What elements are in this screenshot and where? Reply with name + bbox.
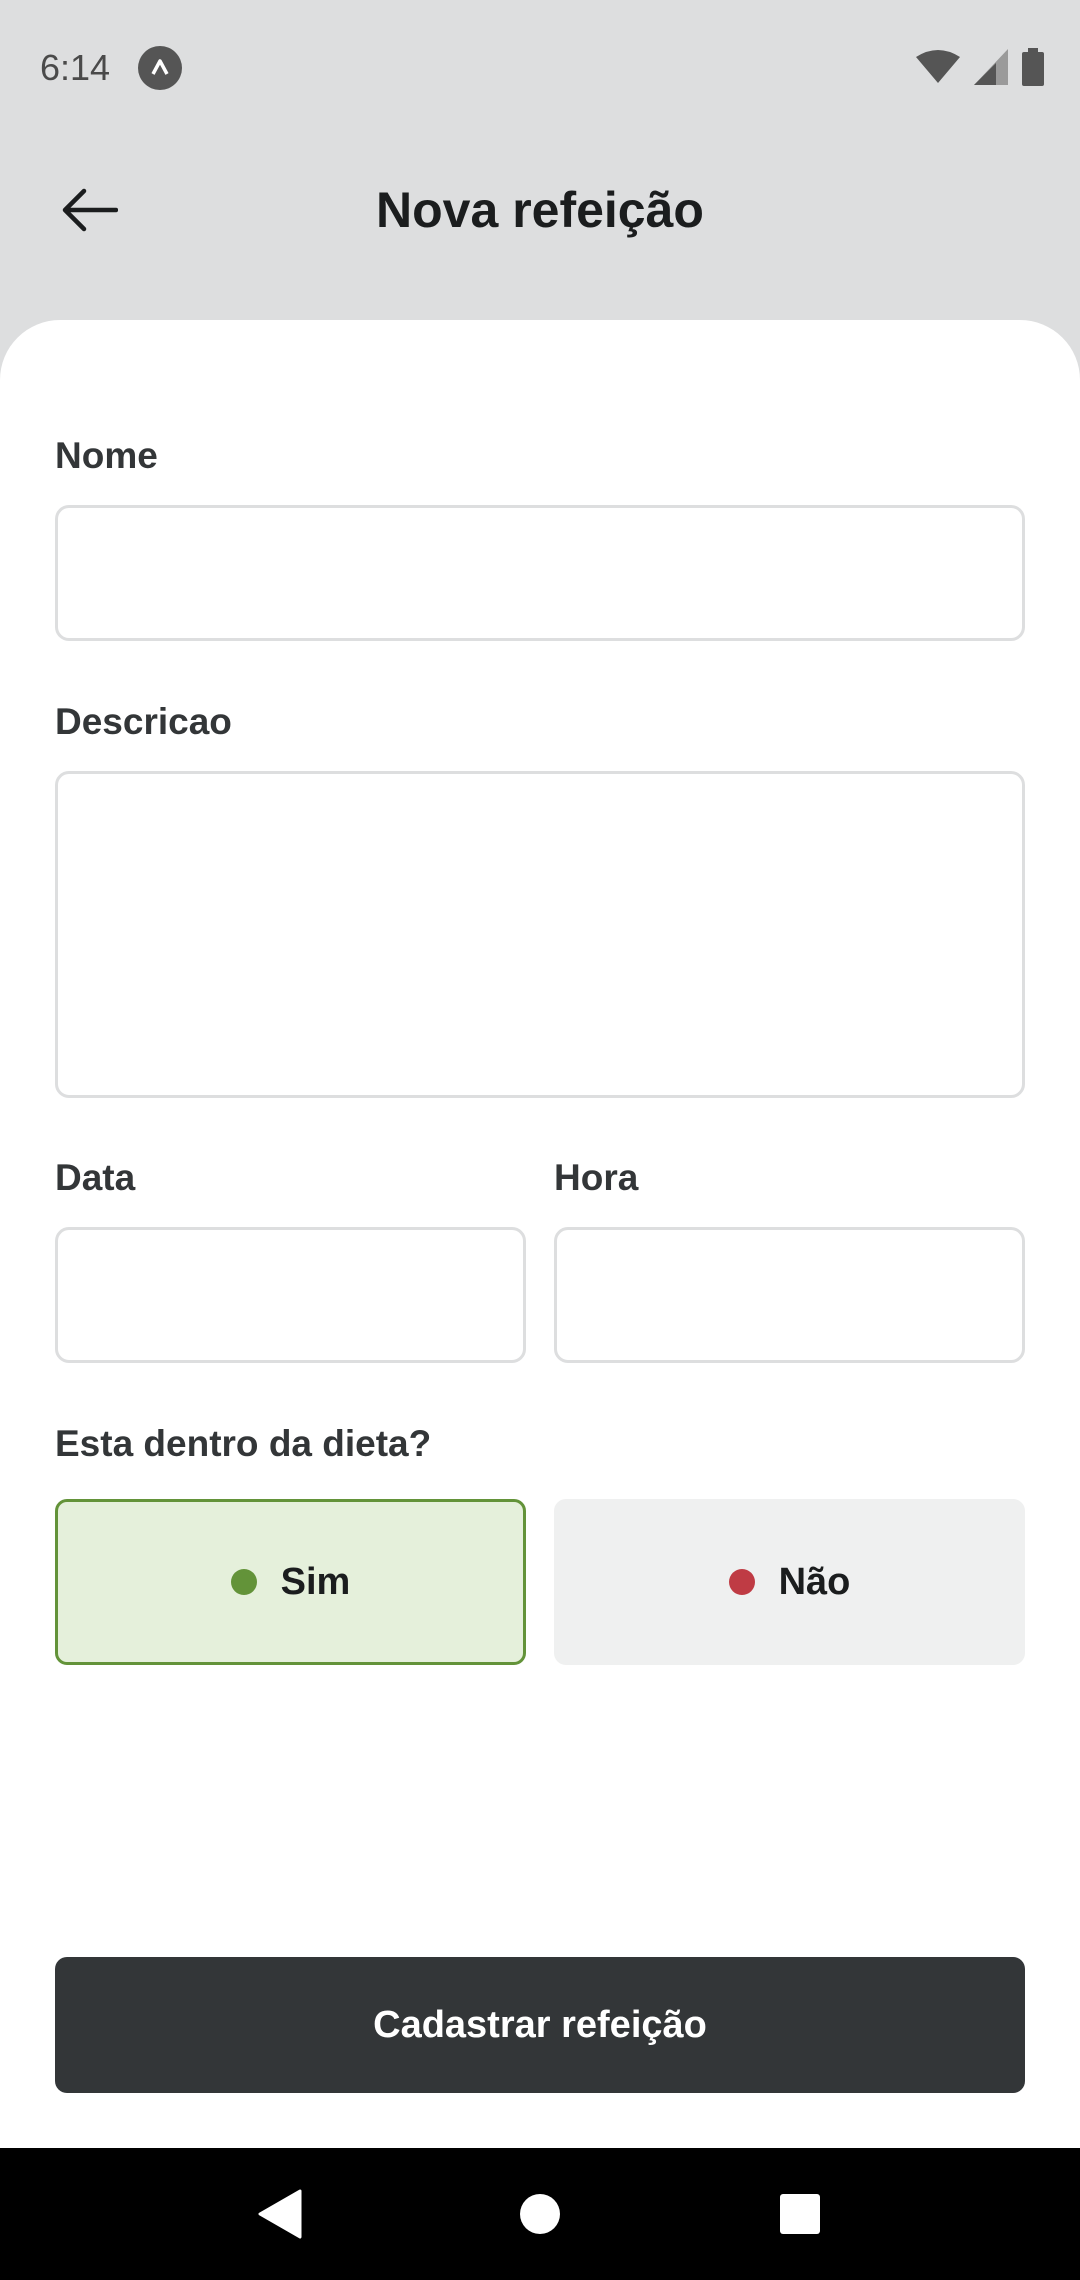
signal-icon: [974, 49, 1008, 90]
diet-no-button[interactable]: Não: [554, 1499, 1025, 1665]
system-nav-bar: [0, 2148, 1080, 2280]
description-label: Descricao: [55, 701, 232, 742]
home-circle-icon: [520, 2194, 560, 2234]
status-bar: 6:14: [0, 0, 1080, 135]
wifi-icon: [916, 49, 960, 90]
green-dot-icon: [230, 1569, 257, 1595]
page-title: Nova refeição: [376, 182, 704, 238]
name-input[interactable]: [55, 505, 1025, 641]
diet-yes-button[interactable]: Sim: [55, 1499, 526, 1665]
red-dot-icon: [728, 1569, 755, 1595]
back-button[interactable]: [52, 172, 128, 248]
diet-label: Esta dentro da dieta?: [55, 1423, 432, 1464]
time-input[interactable]: [554, 1227, 1025, 1363]
nav-recents-button[interactable]: [765, 2179, 835, 2249]
diet-no-label: Não: [778, 1560, 851, 1603]
diet-yes-label: Sim: [280, 1560, 351, 1603]
date-label: Data: [55, 1157, 136, 1198]
app-header: Nova refeição: [0, 150, 1080, 270]
form-sheet: Nome Descricao Data Hora Esta dentro da …: [0, 320, 1080, 2148]
date-input[interactable]: [55, 1227, 526, 1363]
nav-home-button[interactable]: [505, 2179, 575, 2249]
back-triangle-icon: [258, 2189, 302, 2239]
submit-meal-button[interactable]: Cadastrar refeição: [55, 1957, 1025, 2093]
time-label: Hora: [554, 1157, 639, 1198]
app-notification-icon: [138, 45, 183, 90]
battery-icon: [1022, 48, 1044, 91]
status-icons: [916, 48, 1044, 91]
status-time: 6:14: [40, 46, 111, 88]
description-input[interactable]: [55, 771, 1025, 1098]
nav-back-button[interactable]: [245, 2179, 315, 2249]
name-label: Nome: [55, 435, 158, 476]
recents-square-icon: [780, 2194, 820, 2234]
arrow-left-icon: [62, 188, 118, 232]
submit-label: Cadastrar refeição: [373, 2003, 707, 2046]
